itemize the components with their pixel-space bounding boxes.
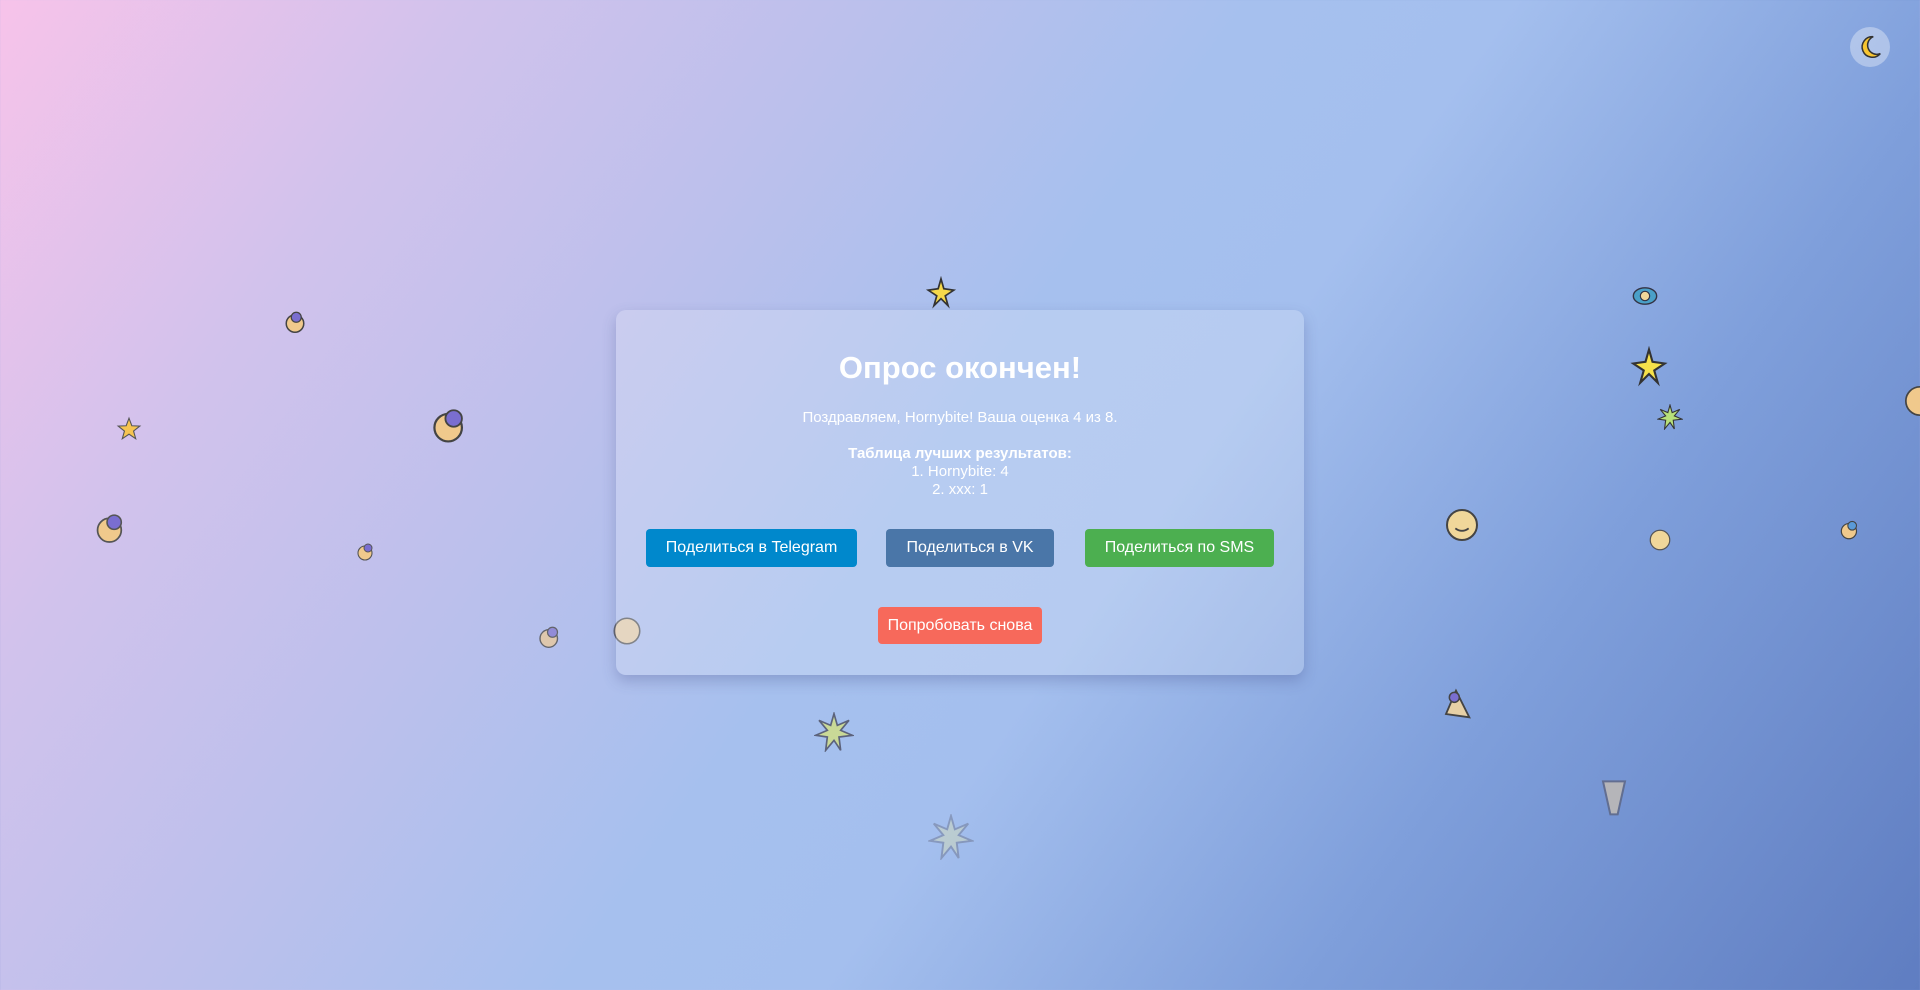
face-icon xyxy=(1649,529,1671,551)
sparkle-icon xyxy=(814,712,854,752)
bouquet-icon xyxy=(96,514,123,543)
face-icon xyxy=(1904,385,1920,417)
sparkle-icon xyxy=(928,814,974,860)
quiz-result-card: Опрос окончен! Поздравляем, Hornybite! В… xyxy=(616,310,1304,675)
share-vk-button[interactable]: Поделиться в VK xyxy=(886,529,1054,567)
bouquet-icon xyxy=(1601,780,1627,816)
leaderboard-entry: 2. xxx: 1 xyxy=(932,481,988,498)
sparkle-icon xyxy=(1657,404,1683,430)
leaderboard-list: 1. Hornybite: 4 2. xxx: 1 xyxy=(616,463,1304,499)
star-icon xyxy=(116,416,142,441)
leaderboard-title: Таблица лучших результатов: xyxy=(848,445,1072,462)
bouquet-icon xyxy=(357,543,373,561)
bouquet-icon xyxy=(1444,688,1471,719)
sparkle-icon xyxy=(925,276,957,309)
result-text: Поздравляем, Hornybite! Ваша оценка 4 из… xyxy=(802,409,1118,426)
bouquet-icon xyxy=(539,626,559,648)
moon-icon xyxy=(1861,35,1881,58)
leaderboard: Таблица лучших результатов: 1. Hornybite… xyxy=(616,445,1304,499)
theme-toggle-button[interactable] xyxy=(1850,27,1890,67)
bouquet-icon xyxy=(433,409,464,443)
quiz-title: Опрос окончен! xyxy=(838,350,1082,385)
sparkle-icon xyxy=(1630,346,1668,387)
leaderboard-entry: 1. Hornybite: 4 xyxy=(911,463,1009,480)
bouquet-icon xyxy=(1840,520,1858,540)
face-icon xyxy=(1632,287,1658,305)
try-again-button[interactable]: Попробовать снова xyxy=(878,607,1042,644)
share-telegram-button[interactable]: Поделиться в Telegram xyxy=(646,529,857,567)
face-icon xyxy=(1446,509,1478,541)
share-sms-button[interactable]: Поделиться по SMS xyxy=(1085,529,1274,567)
bouquet-icon xyxy=(285,311,305,333)
